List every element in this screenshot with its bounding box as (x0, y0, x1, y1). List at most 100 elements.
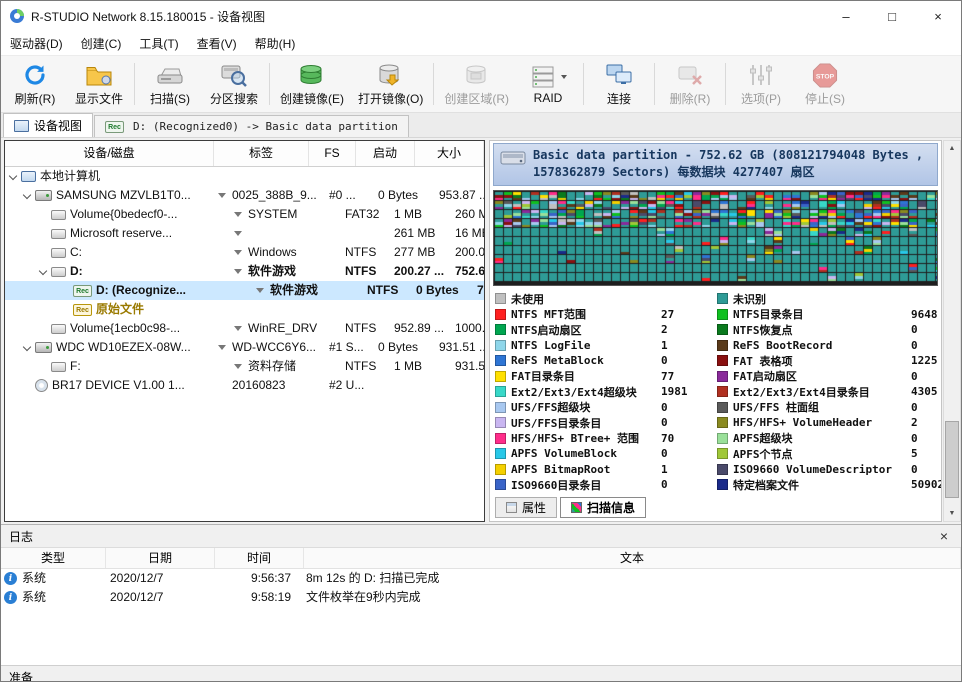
dropdown-caret-icon[interactable] (234, 269, 242, 274)
menu-item[interactable]: 查看(V) (188, 31, 246, 55)
close-icon[interactable]: × (935, 528, 953, 544)
scan-block-map-canvas[interactable] (494, 191, 938, 283)
legend-color-swatch (717, 371, 728, 382)
dropdown-caret-icon[interactable] (218, 345, 226, 350)
dropdown-caret-icon[interactable] (234, 250, 242, 255)
volume-icon (51, 362, 66, 372)
menu-item[interactable]: 工具(T) (130, 31, 187, 55)
legend-value: 0 (909, 401, 918, 414)
menu-item[interactable]: 驱动器(D) (1, 31, 72, 55)
partition-search-button[interactable]: 分区搜索 (202, 56, 266, 112)
menu-item[interactable]: 创建(C) (72, 31, 131, 55)
table-row[interactable]: Microsoft reserve... 261 MB 16 MB (5, 224, 484, 243)
maximize-button[interactable]: □ (869, 1, 915, 31)
column-header-date[interactable]: 日期 (106, 548, 215, 568)
legend-item: FAT 表格项 1225 (717, 353, 938, 369)
table-row[interactable]: C: Windows NTFS 277 MB 200.00 ... (5, 243, 484, 262)
table-row[interactable]: BR17 DEVICE V1.00 1... 20160823 #2 U... (5, 376, 484, 395)
minimize-button[interactable]: – (823, 1, 869, 31)
table-row[interactable]: WDC WD10EZEX-08W... WD-WCC6Y6... #1 S...… (5, 338, 484, 357)
dropdown-caret-icon[interactable] (218, 193, 226, 198)
device-view-icon (14, 120, 29, 132)
device-fs: #2 U... (326, 376, 375, 395)
volume-icon (51, 267, 66, 277)
expander-icon[interactable] (7, 167, 21, 186)
tab-scan-info[interactable]: 扫描信息 (560, 497, 646, 518)
scroll-down-icon[interactable]: ▼ (944, 506, 960, 521)
legend-item: APFS VolumeBlock 0 (495, 446, 711, 462)
scan-block-map[interactable] (493, 190, 938, 286)
tab-recognized-partition[interactable]: Rec D: (Recognized0) -> Basic data parti… (94, 115, 409, 137)
column-header-time[interactable]: 时间 (215, 548, 304, 568)
column-header-label[interactable]: 标签 (214, 141, 309, 166)
menu-item[interactable]: 帮助(H) (246, 31, 305, 55)
column-header-device[interactable]: 设备/磁盘 (5, 141, 214, 166)
log-panel: 日志 × 类型 日期 时间 文本 系统 2020/12/7 9:56:37 8m… (1, 524, 961, 665)
dropdown-caret-icon[interactable] (234, 231, 242, 236)
device-name: F: (70, 357, 81, 376)
hard-drive-icon (35, 342, 52, 353)
tab-device-view[interactable]: 设备视图 (3, 113, 93, 137)
legend-item: HFS/HFS+ BTree+ 范围 70 (495, 430, 711, 446)
legend-label: 特定档案文件 (733, 477, 909, 493)
device-fs: NTFS (342, 262, 391, 281)
column-header-size[interactable]: 大小 (415, 141, 484, 166)
raid-button[interactable]: RAID (516, 56, 580, 112)
legend-value: 70 (659, 432, 674, 445)
scroll-up-icon[interactable]: ▲ (944, 141, 960, 156)
column-header-type[interactable]: 类型 (1, 548, 106, 568)
table-row[interactable]: 本地计算机 (5, 167, 484, 186)
table-row[interactable]: D: 软件游戏 NTFS 200.27 ... 752.62 ... (5, 262, 484, 281)
dropdown-caret-icon[interactable] (234, 212, 242, 217)
expander-icon[interactable] (37, 262, 51, 281)
legend-label: ReFS MetaBlock (511, 354, 659, 367)
column-header-fs[interactable]: FS (309, 141, 356, 166)
legend-item: NTFS MFT范围 27 (495, 306, 711, 322)
open-image-button[interactable]: 打开镜像(O) (351, 56, 430, 112)
legend-value: 0 (659, 401, 668, 414)
column-header-text[interactable]: 文本 (304, 548, 961, 568)
scrollbar-track[interactable] (944, 156, 960, 506)
column-header-start[interactable]: 启动 (356, 141, 415, 166)
refresh-button[interactable]: 刷新(R) (3, 56, 67, 112)
device-fs: FAT32 (342, 205, 391, 224)
expander-icon[interactable] (21, 338, 35, 357)
scrollbar-thumb[interactable] (945, 421, 959, 498)
table-row[interactable]: F: 资料存储 NTFS 1 MB 931.51 ... (5, 357, 484, 376)
log-row[interactable]: 系统 2020/12/7 9:58:19 文件枚举在9秒内完成 (1, 588, 961, 607)
tab-properties[interactable]: 属性 (495, 497, 557, 518)
close-button[interactable]: × (915, 1, 961, 31)
table-row[interactable]: SAMSUNG MZVLB1T0... 0025_388B_9... #0 ..… (5, 186, 484, 205)
legend-label: APFS超级块 (733, 430, 909, 446)
scrollbar-vertical[interactable]: ▲ ▼ (943, 140, 961, 522)
log-row[interactable]: 系统 2020/12/7 9:56:37 8m 12s 的 D: 扫描已完成 (1, 569, 961, 588)
legend-item: ReFS BootRecord 0 (717, 337, 938, 353)
expander-icon[interactable] (21, 186, 35, 205)
svg-text:STOP: STOP (816, 73, 835, 80)
legend-item: FAT目录条目 77 (495, 368, 711, 384)
legend-item: ReFS MetaBlock 0 (495, 353, 711, 369)
table-row-selected[interactable]: RecD: (Recognize... 软件游戏 NTFS 0 Bytes 75… (5, 281, 484, 300)
dropdown-caret-icon[interactable] (256, 288, 264, 293)
legend-color-swatch (495, 355, 506, 366)
create-image-button[interactable]: 创建镜像(E) (273, 56, 351, 112)
legend-item: NTFS恢复点 0 (717, 322, 938, 338)
table-row[interactable]: Volume{0bedecf0-... SYSTEM FAT32 1 MB 26… (5, 205, 484, 224)
dropdown-caret-icon[interactable] (234, 364, 242, 369)
dropdown-caret-icon[interactable] (234, 326, 242, 331)
toolbar-separator (134, 63, 135, 105)
show-files-button[interactable]: 显示文件 (67, 56, 131, 112)
device-label: 资料存储 (245, 357, 342, 376)
optical-drive-icon (35, 379, 48, 392)
raid-dropdown-icon[interactable] (561, 75, 567, 79)
legend-value: 0 (659, 416, 668, 429)
table-row[interactable]: Rec原始文件 (5, 300, 484, 319)
scanner-icon (156, 62, 184, 89)
table-row[interactable]: Volume{1ecb0c98-... WinRE_DRV NTFS 952.8… (5, 319, 484, 338)
legend-label: UFS/FFS目录条目 (511, 415, 659, 431)
device-label (245, 224, 342, 243)
scan-button[interactable]: 扫描(S) (138, 56, 202, 112)
scan-info-icon (571, 502, 582, 513)
legend-color-swatch (717, 464, 728, 475)
connect-button[interactable]: 连接 (587, 56, 651, 112)
